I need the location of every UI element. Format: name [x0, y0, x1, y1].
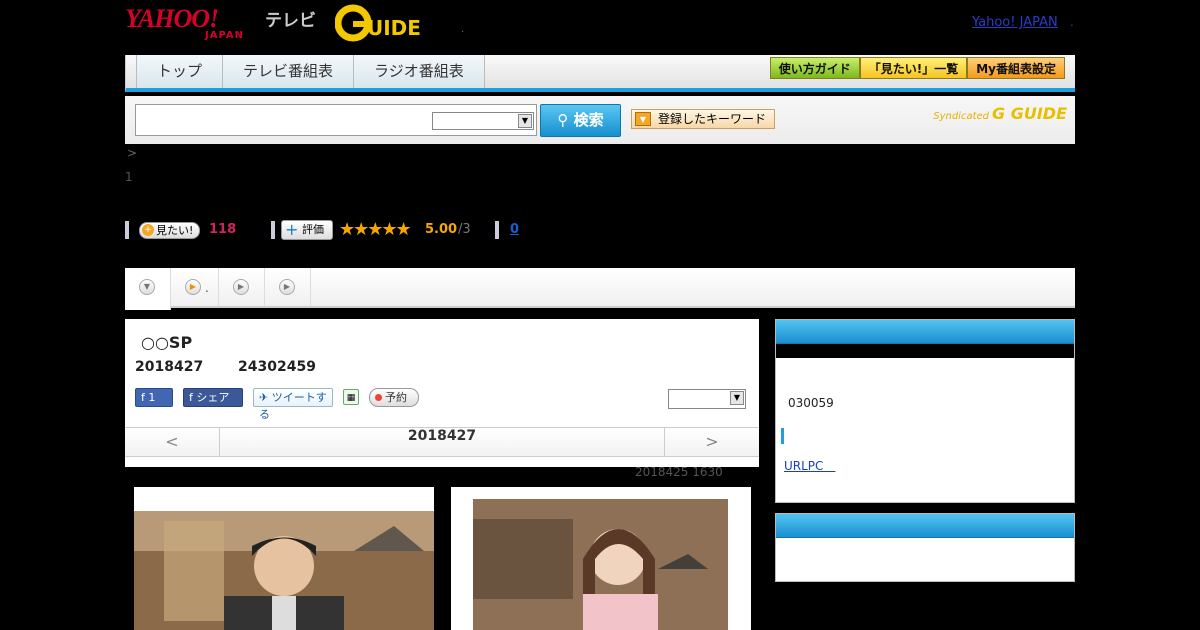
chevron-down-icon: ▼ [139, 279, 155, 295]
nav-tab-radio-listings[interactable]: ラジオ番組表 [353, 55, 485, 88]
rate-label: 評価 [302, 223, 324, 236]
registered-keyword-label: 登録したキーワード [658, 112, 767, 126]
program-thumbnail-2[interactable] [451, 487, 751, 630]
gguide-logo[interactable]: UIDE [334, 4, 433, 42]
prev-date-button[interactable]: < [125, 428, 220, 457]
svg-text:UIDE: UIDE [367, 16, 421, 40]
divider [495, 221, 499, 239]
section-marker [781, 428, 784, 444]
record-icon [375, 393, 382, 401]
segment-tab-2-label: . [205, 281, 209, 295]
segment-tab-3[interactable]: ▶ [219, 268, 265, 306]
chevron-down-icon: ▼ [730, 391, 744, 405]
play-icon: ▶ [185, 279, 201, 295]
sidebar-box-2 [775, 513, 1075, 582]
twitter-bird-icon: ✈ [259, 390, 269, 404]
search-button-label: 検索 [573, 111, 604, 129]
nav-tab-tv-listings[interactable]: テレビ番組表 [222, 55, 354, 88]
play-icon: ▶ [233, 279, 249, 295]
count-line: 1 [125, 170, 133, 184]
updated-timestamp: 2018425 1630 [635, 465, 723, 479]
dropdown-arrow-icon: ▼ [635, 112, 651, 126]
mitai-list-button[interactable]: 「見たい!」一覧 [859, 57, 968, 79]
plus-icon: + [285, 220, 299, 239]
like-count: 1 [148, 390, 156, 404]
yahoo-logo-sub: JAPAN [205, 30, 244, 41]
registered-keyword-button[interactable]: ▼ 登録したキーワード [631, 109, 775, 129]
share-bar: f 1 f シェア ✈ ツイートする ▦ 予約 [135, 387, 419, 421]
guide-button[interactable]: 使い方ガイド [769, 57, 860, 79]
divider [271, 221, 275, 239]
sidebar-box-1-header [776, 320, 1074, 344]
search-button[interactable]: ⚲ 検索 [540, 104, 621, 137]
facebook-like-button[interactable]: f 1 [135, 387, 173, 407]
program-action-select[interactable]: ▼ [668, 389, 746, 409]
program-title: ○○SP [141, 333, 193, 352]
program-time: 24302459 [238, 359, 316, 375]
syndicated-label: Syndicated [933, 111, 989, 122]
yahoo-japan-link[interactable]: Yahoo! JAPAN [972, 15, 1058, 30]
segment-tab-4[interactable]: ▶ [265, 268, 311, 306]
share-label: シェア [196, 390, 230, 404]
syndicated-gguide-logo: Syndicated G GUIDE [933, 104, 1067, 123]
program-panel: ○○SP 2018427 24302459 f 1 f シェア ✈ ツイートする… [125, 319, 759, 467]
play-icon: ▶ [279, 279, 295, 295]
facebook-share-button[interactable]: f シェア [183, 387, 243, 407]
sidebar-box-1-link[interactable]: URLPC [784, 457, 835, 474]
divider [125, 221, 129, 239]
rating-row: + 見たい! 118 + 評価 ★★★★★ 5.00 /3 0 [125, 220, 1075, 242]
date-navigation: < 2018427 > [125, 427, 759, 457]
header-separator-2: . [1070, 15, 1074, 29]
search-category-select[interactable]: ▼ [432, 112, 534, 130]
current-date: 2018427 [407, 428, 477, 444]
comments-count-link[interactable]: 0 [510, 222, 519, 237]
add-calendar-icon[interactable]: ▦ [343, 389, 359, 405]
program-photo [473, 499, 728, 630]
search-bar: ▼ ⚲ 検索 ▼ 登録したキーワード Syndicated G GUIDE [125, 96, 1075, 144]
rating-count: /3 [458, 222, 471, 237]
reserve-button[interactable]: 予約 [369, 387, 419, 407]
segment-tabs: ▼ ▶ . ▶ ▶ [125, 268, 1075, 310]
my-settings-button[interactable]: My番組表設定 [967, 57, 1065, 79]
rate-button[interactable]: + 評価 [281, 220, 333, 240]
segment-tab-2[interactable]: ▶ . [171, 268, 219, 306]
program-photo [134, 511, 434, 630]
reserve-label: 予約 [385, 390, 407, 404]
next-date-button[interactable]: > [664, 428, 759, 457]
tweet-label: ツイートする [259, 390, 327, 421]
facebook-icon: f [141, 390, 145, 404]
sidebar-box-1: 030059 URLPC [775, 319, 1075, 503]
yahoo-japan-logo[interactable]: YAHOO! JAPAN [125, 4, 265, 44]
header-separator: . [461, 24, 465, 35]
mitai-button[interactable]: + 見たい! [139, 222, 201, 239]
main-nav: トップ テレビ番組表 ラジオ番組表 使い方ガイド 「見たい!」一覧 My番組表設… [125, 55, 1075, 92]
program-thumbnail-1[interactable] [134, 487, 434, 630]
tweet-button[interactable]: ✈ ツイートする [253, 387, 333, 421]
mitai-count: 118 [209, 222, 237, 237]
sidebar-box-1-band [776, 344, 1074, 358]
breadcrumb: > [127, 146, 138, 160]
facebook-icon: f [189, 390, 193, 404]
sidebar-box-2-header [776, 514, 1074, 538]
search-icon: ⚲ [557, 111, 569, 129]
star-rating: ★★★★★ [339, 219, 412, 240]
mitai-label: 見たい! [156, 224, 194, 237]
plus-icon: + [142, 224, 154, 236]
nav-tab-top[interactable]: トップ [136, 55, 223, 88]
chevron-down-icon: ▼ [518, 114, 532, 128]
syndicated-logo-text: G GUIDE [992, 104, 1067, 123]
sidebar-box-1-text: 030059 [788, 396, 834, 410]
program-date: 2018427 [135, 359, 204, 375]
segment-tab-1[interactable]: ▼ [125, 268, 171, 310]
rating-score: 5.00 [425, 222, 458, 237]
tv-label[interactable]: テレビ [265, 6, 316, 31]
